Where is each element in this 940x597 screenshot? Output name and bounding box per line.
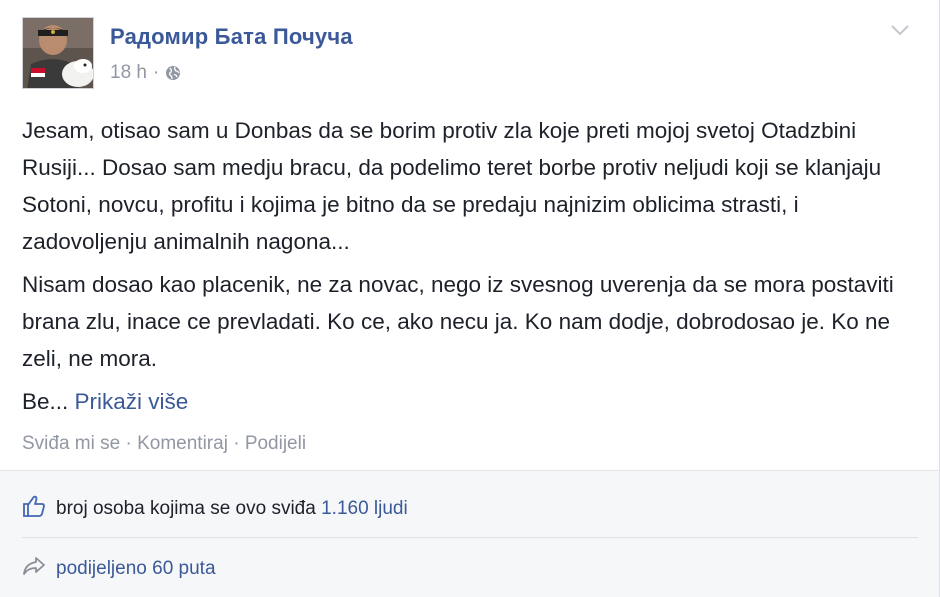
post-body: Jesam, otisao sam u Donbas da se borim p… xyxy=(22,112,902,426)
post-truncated: Be... Prikaži više xyxy=(22,383,902,420)
truncated-text: Be... xyxy=(22,389,69,414)
post-paragraph: Nisam dosao kao placenik, ne za novac, n… xyxy=(22,272,894,371)
author-name[interactable]: Радомир Бата Почуча xyxy=(110,24,353,50)
avatar[interactable] xyxy=(22,17,94,89)
thumbs-up-icon xyxy=(22,495,46,523)
shares-summary[interactable]: podijeljeno 60 puta xyxy=(22,555,216,583)
post-footer: broj osoba kojima se ovo sviđa 1.160 lju… xyxy=(0,470,939,597)
chevron-down-icon[interactable] xyxy=(888,20,912,40)
action-separator: · xyxy=(227,433,245,454)
share-arrow-icon xyxy=(22,555,46,583)
likes-count[interactable]: 1.160 ljudi xyxy=(321,498,408,519)
meta-separator: · xyxy=(152,62,160,83)
avatar-photo xyxy=(23,18,93,88)
footer-divider xyxy=(22,537,918,538)
post-meta: 18 h · xyxy=(110,62,181,84)
likes-label: broj osoba kojima se ovo sviđa xyxy=(56,498,316,519)
globe-icon[interactable] xyxy=(165,65,181,81)
post-timestamp[interactable]: 18 h xyxy=(110,62,147,84)
likes-summary: broj osoba kojima se ovo sviđa 1.160 lju… xyxy=(22,495,408,523)
post-card: Радомир Бата Почуча 18 h · Jesam, otisao… xyxy=(0,0,940,597)
share-link[interactable]: Podijeli xyxy=(245,433,306,454)
likes-text: broj osoba kojima se ovo sviđa 1.160 lju… xyxy=(56,498,408,520)
comment-link[interactable]: Komentiraj xyxy=(137,433,228,454)
post-actions: Sviđa mi se · Komentiraj · Podijeli xyxy=(22,433,306,455)
shares-text[interactable]: podijeljeno 60 puta xyxy=(56,558,216,580)
like-link[interactable]: Sviđa mi se xyxy=(22,433,120,454)
post-paragraph: Jesam, otisao sam u Donbas da se borim p… xyxy=(22,118,882,254)
action-separator: · xyxy=(120,433,138,454)
see-more-link[interactable]: Prikaži više xyxy=(75,389,189,414)
